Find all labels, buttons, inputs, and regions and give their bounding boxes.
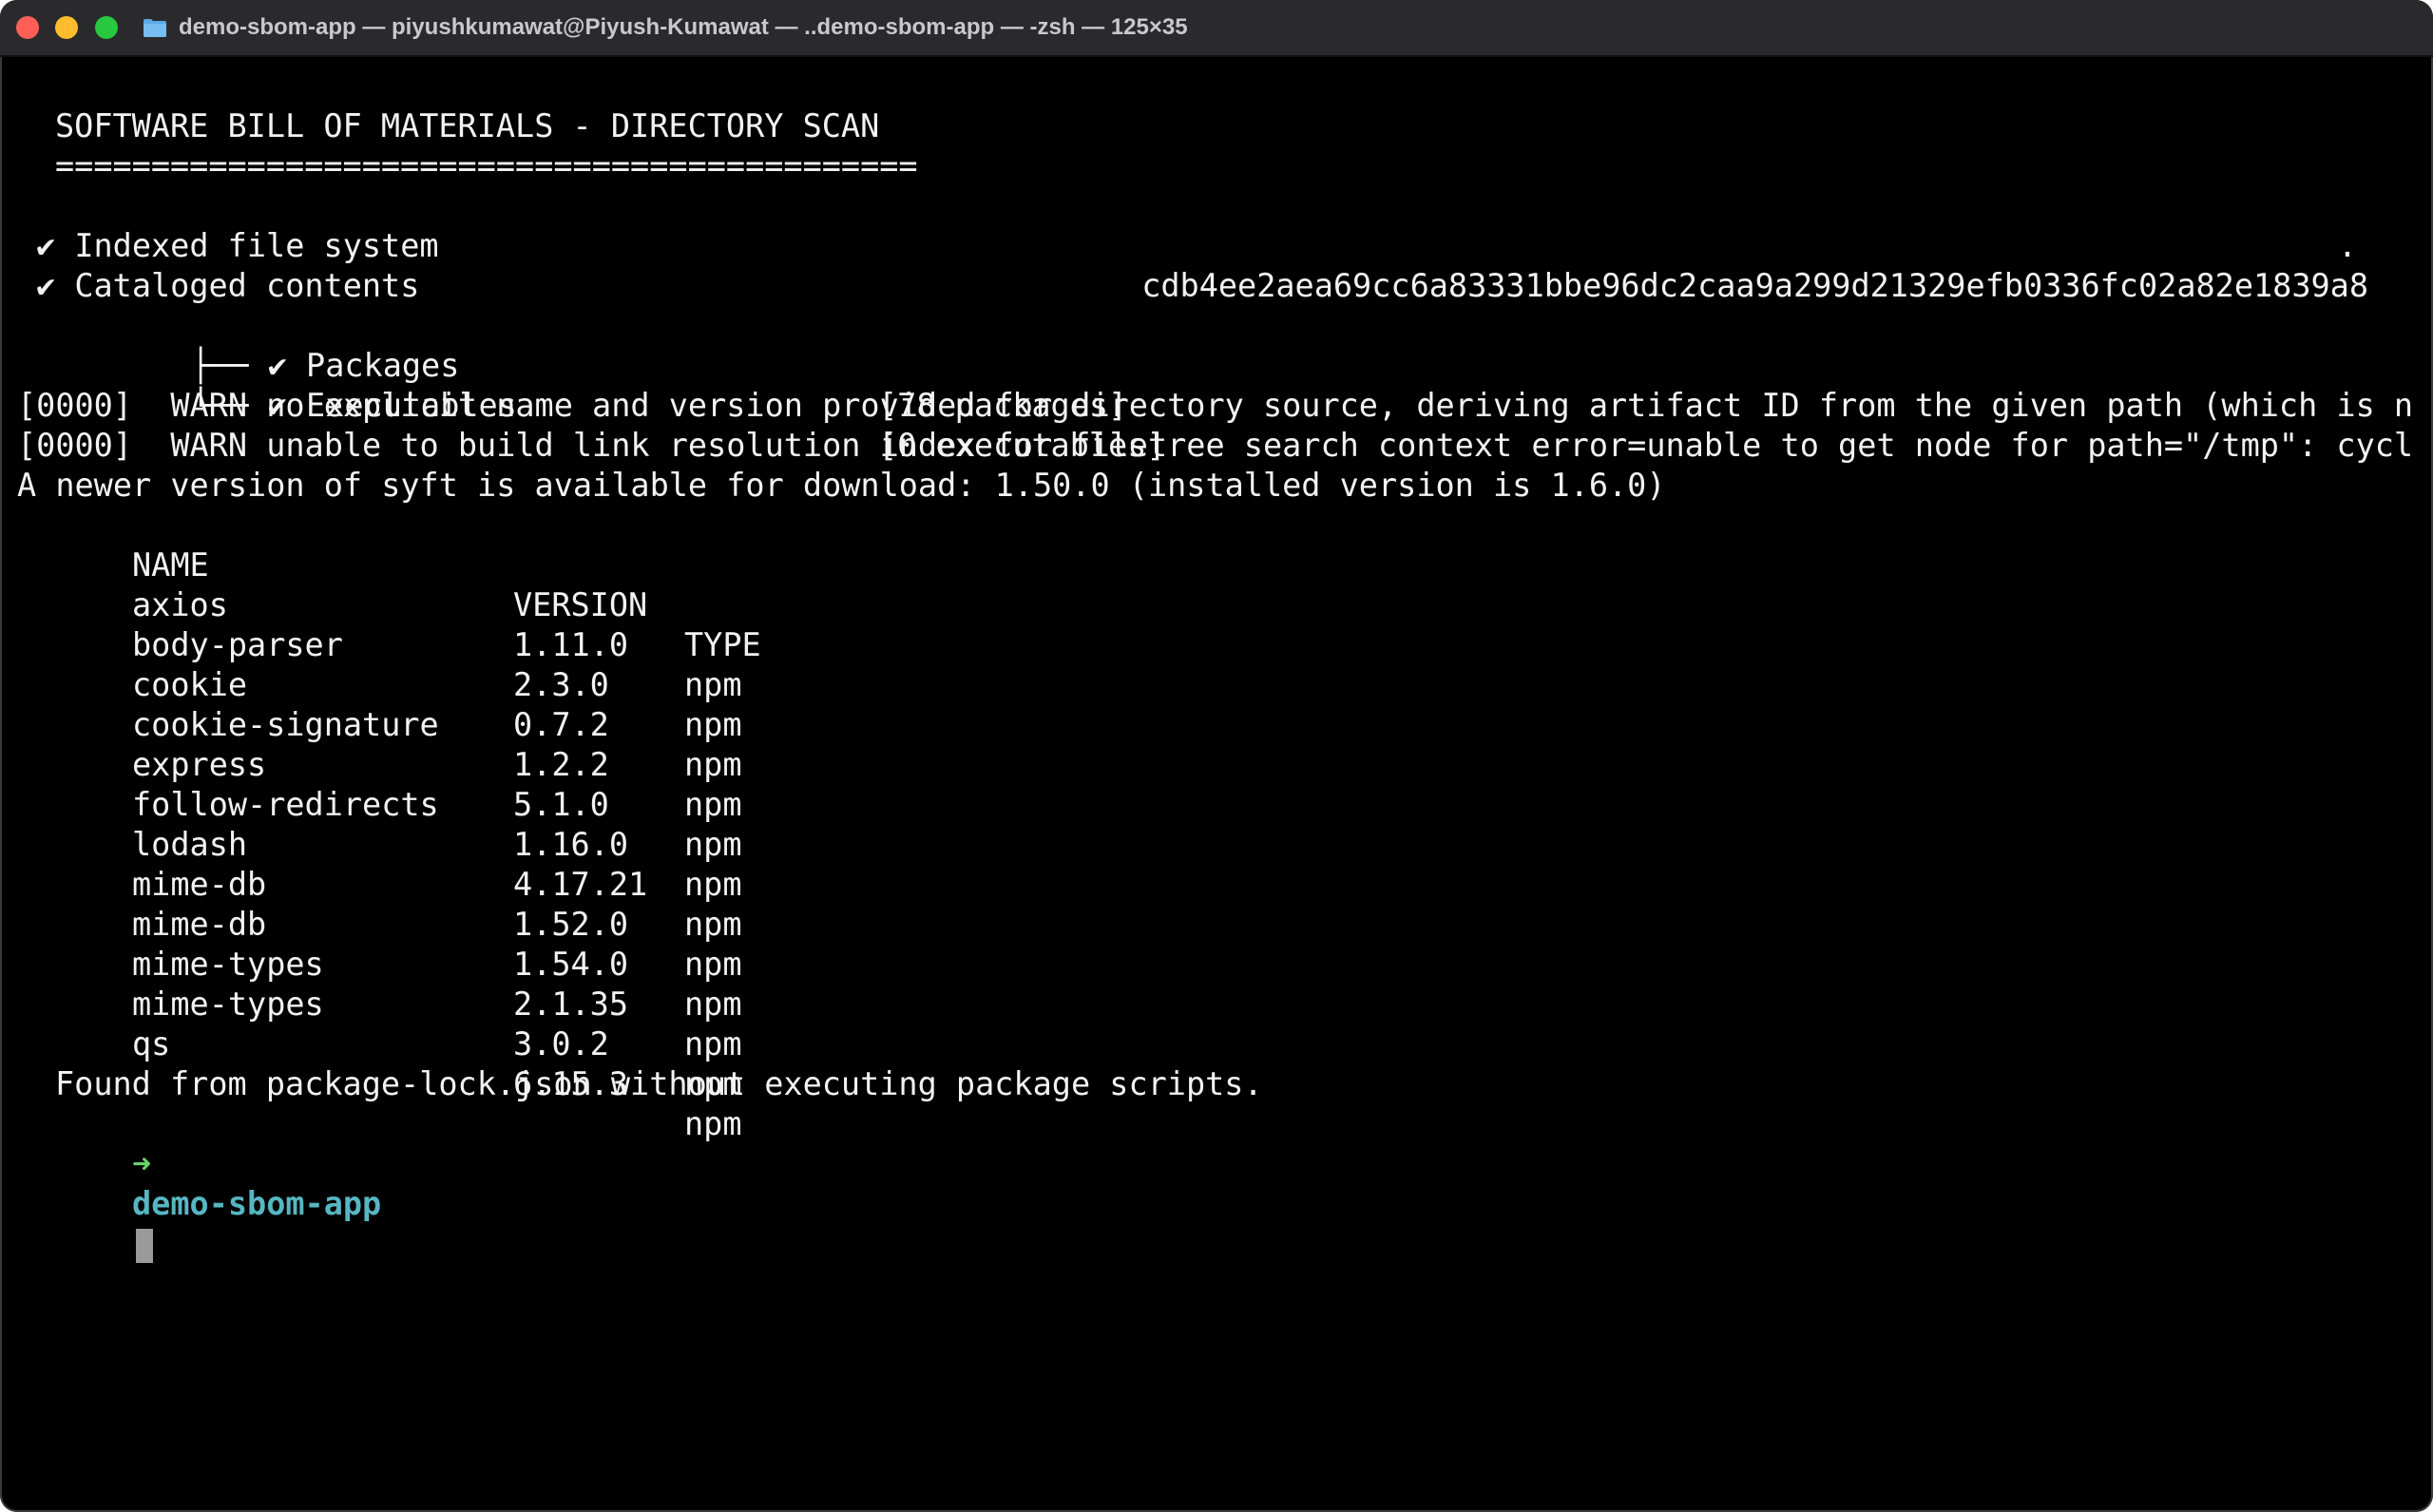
column-header-version: VERSION <box>513 586 648 623</box>
column-header-type: TYPE <box>684 626 761 663</box>
executables-status: └── ✔ Executables [0 executables] <box>76 346 1166 464</box>
terminal-window: demo-sbom-app — piyushkumawat@Piyush-Kum… <box>0 0 2433 1512</box>
update-notice: A newer version of syft is available for… <box>17 467 1666 504</box>
package-version: 5.1.0 <box>513 786 609 823</box>
prompt-directory: demo-sbom-app <box>132 1185 382 1222</box>
package-version: 2.1.35 <box>513 986 629 1023</box>
text-cursor <box>136 1228 154 1263</box>
close-button[interactable] <box>16 16 39 39</box>
package-version: 1.2.2 <box>513 746 609 783</box>
package-type: npm <box>684 1105 742 1142</box>
package-version: 4.17.21 <box>513 866 648 903</box>
maximize-button[interactable] <box>95 16 118 39</box>
warning-line: [0000] WARN no explicit name and version… <box>17 387 2414 424</box>
terminal-output[interactable]: SOFTWARE BILL OF MATERIALS - DIRECTORY S… <box>0 57 2433 1512</box>
package-type: npm <box>684 946 742 983</box>
table-row: mime-db 1.52.0 npm <box>17 825 742 983</box>
warning-line: [0000] WARN unable to build link resolut… <box>17 427 2414 464</box>
table-row: mime-types 2.1.35 npm <box>17 905 742 1062</box>
package-version: 1.54.0 <box>513 946 629 983</box>
indexed-status: ✔ Indexed file system <box>36 227 439 264</box>
table-row: express 5.1.0 npm <box>17 705 742 863</box>
footer-note: Found from package-lock.json without exe… <box>55 1065 1263 1102</box>
package-type: npm <box>684 786 742 823</box>
table-row: qs 6.15.3 npm <box>17 985 742 1142</box>
shell-prompt[interactable]: ➜ demo-sbom-app <box>17 1104 381 1263</box>
package-version: 0.7.2 <box>513 706 609 743</box>
window-title: demo-sbom-app — piyushkumawat@Piyush-Kum… <box>179 14 1188 40</box>
package-version: 2.3.0 <box>513 666 609 703</box>
source-digest: cdb4ee2aea69cc6a83331bbe96dc2caa9a299d21… <box>1141 267 2368 304</box>
package-name: qs <box>132 1025 171 1062</box>
package-version: 1.52.0 <box>513 906 629 943</box>
table-row: follow-redirects 1.16.0 npm <box>17 745 742 903</box>
package-type: npm <box>684 866 742 903</box>
prompt-arrow-icon: ➜ <box>132 1145 152 1182</box>
package-type: npm <box>684 746 742 783</box>
package-version: 1.11.0 <box>513 626 629 663</box>
package-version: 1.16.0 <box>513 826 629 863</box>
table-row: mime-types 3.0.2 npm <box>17 945 742 1102</box>
heading-underline: ========================================… <box>55 147 918 184</box>
table-row: body-parser 2.3.0 npm <box>17 585 742 743</box>
title-bar[interactable]: demo-sbom-app — piyushkumawat@Piyush-Kum… <box>0 0 2433 57</box>
package-type: npm <box>684 706 742 743</box>
package-type: npm <box>684 666 742 703</box>
minimize-button[interactable] <box>55 16 78 39</box>
table-row: axios 1.11.0 npm <box>17 545 742 703</box>
indexed-suffix: . <box>2337 227 2357 264</box>
package-type: npm <box>684 1025 742 1062</box>
table-row: mime-db 1.54.0 npm <box>17 865 742 1023</box>
table-row: cookie 0.7.2 npm <box>17 625 742 783</box>
package-type: npm <box>684 986 742 1023</box>
package-version: 3.0.2 <box>513 1025 609 1062</box>
table-row: cookie-signature 1.2.2 npm <box>17 665 742 823</box>
folder-icon <box>143 17 167 38</box>
packages-status: ├── ✔ Packages [78 packages] <box>76 306 1127 424</box>
cataloged-status: ✔ Cataloged contents <box>36 267 420 304</box>
window-title-group: demo-sbom-app — piyushkumawat@Piyush-Kum… <box>143 0 1188 55</box>
table-header: NAME VERSION TYPE <box>17 506 761 663</box>
package-type: npm <box>684 826 742 863</box>
report-heading: SOFTWARE BILL OF MATERIALS - DIRECTORY S… <box>55 107 880 144</box>
table-row: lodash 4.17.21 npm <box>17 785 742 943</box>
package-type: npm <box>684 906 742 943</box>
